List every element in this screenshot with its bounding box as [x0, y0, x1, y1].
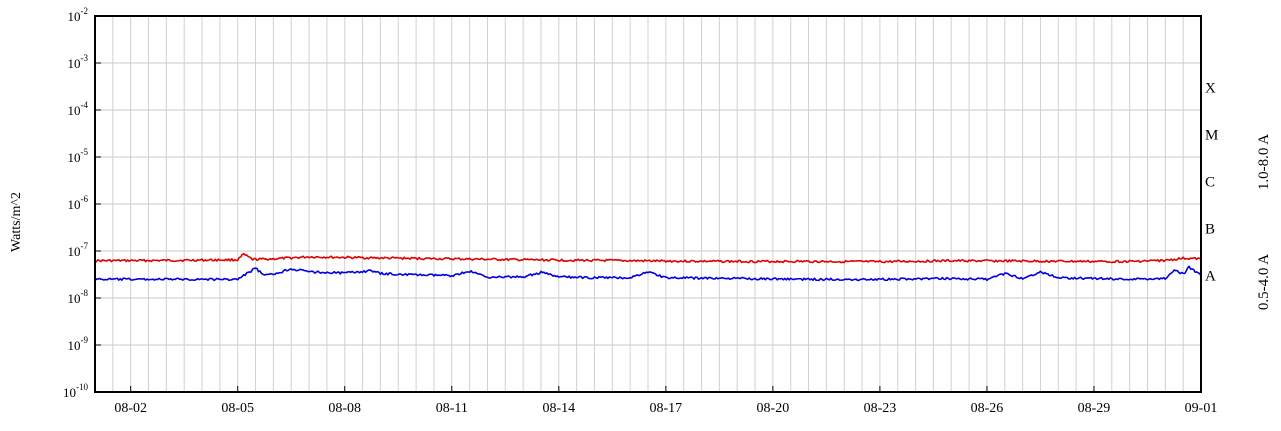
x-tick-label: 09-01	[1185, 401, 1218, 416]
y-tick-label: 10-4	[68, 100, 89, 118]
x-tick-label: 08-14	[542, 401, 575, 416]
x-tick-label: 08-20	[757, 401, 790, 416]
x-tick-label: 08-08	[328, 401, 361, 416]
x-tick-label: 08-23	[864, 401, 897, 416]
goes-xray-flux-chart: 10-10 10-9 10-8 10-7 10-6 10-5 10-4 10-3 10-2 08…	[0, 0, 1281, 426]
legend-series-short: 0.5-4.0 A	[1256, 254, 1272, 310]
flare-class-labels: X M C B A	[1205, 81, 1218, 285]
chart-svg: 10-10 10-9 10-8 10-7 10-6 10-5 10-4 10-3 10-2 08…	[9, 6, 1272, 416]
y-tick-label: 10-6	[68, 194, 89, 212]
flare-class-c: C	[1205, 175, 1215, 191]
x-axis-ticks: 08-02 08-05 08-08 08-11 08-14 08-17 08-20 08-23…	[114, 386, 1217, 416]
x-tick-label: 08-29	[1078, 401, 1111, 416]
x-tick-label: 08-11	[436, 401, 468, 416]
y-tick-label: 10-9	[68, 335, 89, 353]
flare-class-b: B	[1205, 222, 1215, 238]
y-axis-label: Watts/m^2	[9, 192, 24, 252]
flare-class-x: X	[1205, 81, 1216, 97]
flare-class-a: A	[1205, 269, 1216, 285]
y-tick-label: 10-3	[68, 53, 89, 71]
y-tick-label: 10-8	[68, 288, 89, 306]
y-tick-label: 10-10	[63, 382, 88, 400]
y-tick-label: 10-7	[68, 241, 89, 259]
legend-series-long: 1.0-8.0 A	[1256, 134, 1272, 190]
x-tick-label: 08-17	[650, 401, 683, 416]
y-tick-label: 10-5	[68, 147, 89, 165]
x-tick-label: 08-05	[221, 401, 254, 416]
y-tick-label: 10-2	[68, 6, 89, 24]
x-tick-label: 08-26	[971, 401, 1004, 416]
x-tick-label: 08-02	[114, 401, 147, 416]
flare-class-m: M	[1205, 128, 1218, 144]
grid-layer	[95, 15, 1201, 393]
